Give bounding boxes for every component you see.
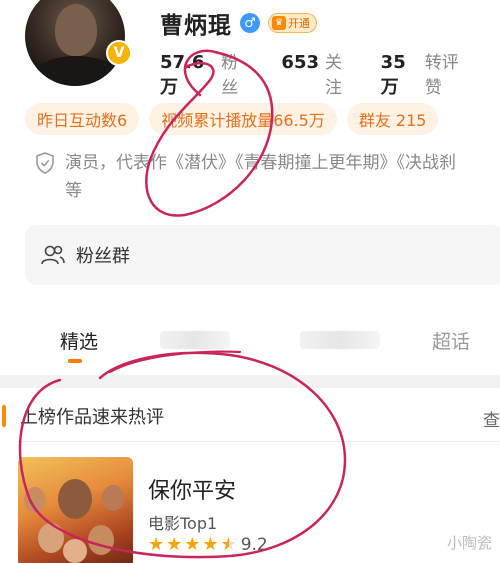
user-name: 曹炳琨 (160, 13, 232, 39)
tab-blurred[interactable] (160, 331, 230, 349)
work-rank: 电影Top1 (148, 514, 218, 533)
engagement-label: 转评赞 (424, 53, 459, 98)
tab-active-indicator (68, 359, 82, 363)
poster-figure (88, 525, 114, 555)
bio-text: 演员，代表作《潜伏》《青春期撞上更年期》《决战刹 (65, 153, 456, 173)
tab-featured[interactable]: 精选 (60, 327, 98, 354)
tag-daily-interactions[interactable]: 昨日互动数6 (25, 103, 140, 135)
following-count: 653 (281, 52, 319, 73)
stat-engagement[interactable]: 35万 转评赞 (381, 48, 470, 99)
work-title[interactable]: 保你平安 (148, 473, 236, 505)
section-divider (0, 375, 500, 388)
profile-header: V 曹炳琨 ♂ ♛ 开通 57.6万 粉丝 653 关注 35万 转评赞 (0, 0, 500, 98)
stat-followers[interactable]: 57.6万 粉丝 (160, 48, 251, 99)
avatar-shoulders (33, 56, 119, 86)
name-row: 曹炳琨 ♂ ♛ 开通 (160, 6, 317, 40)
movie-poster[interactable] (18, 457, 133, 563)
section-header: 上榜作品速来热评 查 (0, 398, 500, 434)
list-item[interactable]: 保你平安 电影Top1 ★ ★ ★ ★ ★ 9.2 (0, 455, 500, 563)
male-icon: ♂ (240, 13, 260, 33)
vip-label: 开通 (288, 17, 310, 30)
poster-figure (24, 487, 46, 513)
section-divider-line (18, 441, 500, 442)
engagement-count: 35万 (380, 52, 406, 98)
tab-blurred[interactable] (300, 331, 380, 349)
star-icon: ★ (202, 534, 219, 555)
shield-icon (36, 152, 54, 174)
section-accent-bar (2, 405, 6, 427)
poster-figure (58, 479, 92, 519)
tab-super-topic[interactable]: 超话 (432, 327, 470, 354)
stats-row: 57.6万 粉丝 653 关注 35万 转评赞 (160, 48, 500, 99)
rating-stars: ★ ★ ★ ★ ★ 9.2 (148, 534, 268, 556)
crown-icon: ♛ (272, 16, 286, 30)
bio-text-continued: 等 (65, 181, 82, 201)
verified-icon: V (106, 40, 132, 66)
tags-row: 昨日互动数6 视频累计播放量66.5万 群友 215 (25, 103, 439, 135)
poster-figure (63, 539, 87, 563)
bio-row: 演员，代表作《潜伏》《青春期撞上更年期》《决战刹 (35, 150, 500, 177)
followers-count: 57.6万 (160, 52, 205, 98)
section-title: 上榜作品速来热评 (20, 407, 164, 428)
vip-open-button[interactable]: ♛ 开通 (268, 13, 317, 33)
star-icon: ★ (166, 534, 183, 555)
tag-group-members[interactable]: 群友 215 (346, 103, 439, 135)
followers-label: 粉丝 (221, 53, 239, 98)
rating-score: 9.2 (240, 535, 268, 555)
poster-figure (102, 485, 124, 511)
section-more-link[interactable]: 查 (483, 406, 500, 431)
following-label: 关注 (325, 53, 342, 98)
fan-group-button[interactable]: 粉丝群 (25, 225, 500, 285)
star-icon: ★ (148, 534, 165, 555)
tag-video-plays[interactable]: 视频累计播放量66.5万 (149, 103, 337, 135)
avatar-face (55, 4, 97, 56)
poster-figure (38, 523, 64, 553)
fan-group-label: 粉丝群 (76, 246, 130, 267)
half-star-icon: ★ (221, 535, 237, 556)
watermark: 小陶瓷 (446, 534, 492, 552)
stat-following[interactable]: 653 关注 (281, 48, 350, 98)
people-icon (41, 245, 65, 265)
tab-bar: 精选 超话 (0, 315, 500, 370)
star-icon: ★ (184, 534, 201, 555)
